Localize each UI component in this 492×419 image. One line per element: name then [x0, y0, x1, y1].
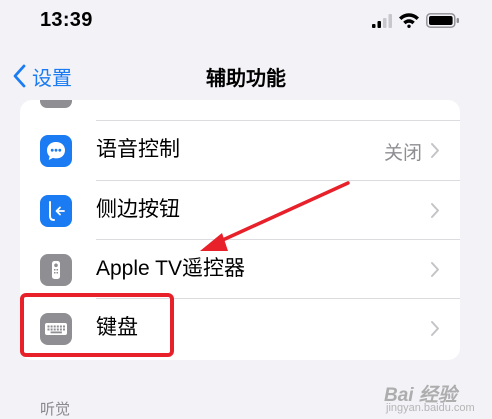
- watermark-sub: jingyan.baidu.com: [386, 402, 475, 414]
- status-time: 13:39: [40, 9, 93, 31]
- row-label: 语音控制: [96, 138, 180, 161]
- chevron-right-icon: [431, 203, 439, 218]
- side-button-icon: [40, 195, 72, 227]
- status-bar: 13:39: [0, 0, 492, 44]
- section-header-hearing: 听觉: [40, 401, 71, 418]
- chevron-right-icon: [431, 321, 439, 336]
- settings-row-side-button[interactable]: 侧边按钮: [20, 181, 460, 240]
- highlight-box: [20, 293, 174, 357]
- chevron-right-icon: [431, 262, 439, 277]
- voice-control-icon: [40, 135, 72, 167]
- nav-bar: 设置 辅助功能: [0, 52, 492, 100]
- battery-icon: [426, 13, 459, 28]
- wifi-icon: [399, 13, 419, 28]
- row-label: 侧边按钮: [96, 198, 180, 221]
- row-value: 关闭: [383, 143, 422, 164]
- page-title: 辅助功能: [206, 68, 286, 90]
- watermark-logo: Bai 经验 jingyan.baidu.com: [384, 380, 488, 416]
- settings-row-voice-control[interactable]: 语音控制 关闭: [20, 121, 460, 180]
- cellular-signal-icon: [372, 14, 392, 28]
- chevron-right-icon: [431, 143, 439, 158]
- apple-tv-remote-icon: [40, 254, 72, 286]
- settings-row-apple-tv-remote[interactable]: Apple TV遥控器: [20, 240, 460, 299]
- row-label: Apple TV遥控器: [96, 257, 245, 280]
- partial-row-icon: [40, 100, 72, 108]
